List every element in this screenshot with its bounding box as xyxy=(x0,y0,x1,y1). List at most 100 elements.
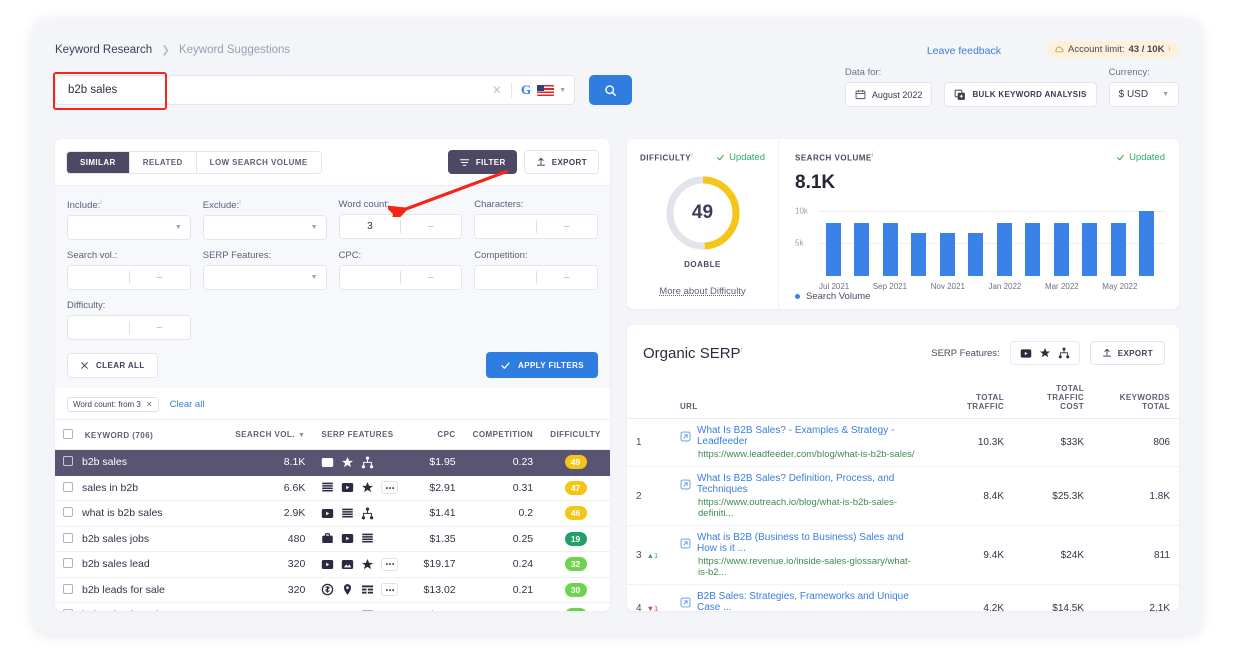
filter-exclude-select[interactable]: ▼ xyxy=(202,215,327,241)
tab-related[interactable]: RELATED xyxy=(129,151,197,173)
info-icon[interactable]: i xyxy=(691,152,693,159)
chart-bar[interactable] xyxy=(854,222,870,276)
info-icon[interactable]: i xyxy=(239,199,241,206)
table-row[interactable]: b2b sales 8.1K $1.95 0.23 49 xyxy=(55,449,610,476)
close-icon[interactable]: ✕ xyxy=(146,400,153,409)
cell-keyword[interactable]: b2b sales xyxy=(55,449,228,476)
table-row[interactable]: b2b sales lead 320 $19.17 0.24 32 xyxy=(55,551,610,578)
chart-bar[interactable] xyxy=(968,232,984,276)
row-checkbox[interactable] xyxy=(63,558,73,569)
cell-keyword[interactable]: b2b sales lead xyxy=(55,551,228,578)
breadcrumb-root[interactable]: Keyword Research xyxy=(55,44,152,56)
chart-bar[interactable] xyxy=(882,222,898,276)
info-icon[interactable]: i xyxy=(1168,46,1170,53)
chart-bar[interactable] xyxy=(1053,222,1069,276)
word-count-max-input[interactable]: – xyxy=(400,221,461,232)
column-search-volume[interactable]: SEARCH VOL. ▼ xyxy=(227,419,314,451)
column-competition[interactable]: COMPETITION xyxy=(463,419,542,451)
filter-include-select[interactable]: ▼ xyxy=(67,215,191,241)
clear-all-button[interactable]: CLEAR ALL xyxy=(67,352,158,378)
tab-low-search-volume[interactable]: LOW SEARCH VOLUME xyxy=(196,151,321,173)
serp-export-button[interactable]: EXPORT xyxy=(1089,341,1165,365)
chart-bar[interactable] xyxy=(1110,222,1126,276)
cell-url[interactable]: What Is B2B Sales? Definition, Process, … xyxy=(671,466,929,526)
cell-keyword[interactable]: sales in b2b xyxy=(55,475,228,502)
serp-features-icons[interactable] xyxy=(1009,341,1080,365)
cell-keyword[interactable]: b2b sales jobs xyxy=(55,526,228,553)
serp-result-url[interactable]: https://www.outreach.io/blog/what-is-b2b… xyxy=(698,497,920,519)
column-keyword[interactable]: KEYWORD (706) xyxy=(55,419,228,451)
cell-keywords-total[interactable]: 1.8K xyxy=(1093,466,1179,526)
cell-url[interactable]: B2B Sales: Strategies, Frameworks and Un… xyxy=(671,584,929,611)
search-input-wrapper[interactable]: b2b sales ✕ G ▼ xyxy=(53,72,575,110)
table-row[interactable]: b2b leads for sale 320 $13.02 0.21 30 xyxy=(55,577,610,604)
table-row[interactable]: 3 ▲1 What is B2B (Business to Business) S… xyxy=(627,525,1179,585)
row-checkbox[interactable] xyxy=(63,583,73,594)
chevron-down-icon[interactable]: ▼ xyxy=(559,87,566,94)
export-button[interactable]: EXPORT xyxy=(523,150,599,174)
cell-keyword[interactable]: b2b sales funnel xyxy=(55,602,228,611)
table-row[interactable]: b2b sales funnel320 $7.660.21 23 xyxy=(55,602,610,611)
info-icon[interactable]: i xyxy=(741,347,743,354)
filter-competition-range[interactable]: – xyxy=(474,265,598,291)
chart-bar[interactable] xyxy=(939,232,955,276)
row-checkbox[interactable] xyxy=(63,532,73,543)
serp-result-title[interactable]: B2B Sales: Strategies, Frameworks and Un… xyxy=(680,591,920,611)
cell-keyword[interactable]: b2b leads for sale xyxy=(55,577,228,604)
chart-bar[interactable] xyxy=(996,222,1012,276)
info-icon[interactable]: i xyxy=(872,152,874,159)
us-flag-icon[interactable] xyxy=(537,84,555,96)
search-button[interactable] xyxy=(589,75,632,105)
chart-bar[interactable] xyxy=(911,232,927,276)
column-difficulty[interactable]: DIFFICULTY xyxy=(541,419,610,451)
table-row[interactable]: 1 What Is B2B Sales? - Examples & Strate… xyxy=(627,418,1179,467)
search-input[interactable]: b2b sales xyxy=(56,84,483,96)
more-features-icon[interactable] xyxy=(381,583,399,597)
cell-keywords-total[interactable]: 2.1K xyxy=(1093,584,1179,611)
chart-bar[interactable] xyxy=(1025,222,1041,276)
table-row[interactable]: b2b sales jobs 480 $1.35 0.25 19 xyxy=(55,526,610,553)
chart-bar[interactable] xyxy=(825,222,841,276)
more-features-icon[interactable] xyxy=(381,481,399,495)
filter-cpc-range[interactable]: – xyxy=(338,265,463,291)
serp-result-url[interactable]: https://www.revenue.io/inside-sales-glos… xyxy=(698,556,920,578)
cell-url[interactable]: What is B2B (Business to Business) Sales… xyxy=(671,525,929,585)
serp-result-title[interactable]: What is B2B (Business to Business) Sales… xyxy=(680,532,920,554)
row-checkbox[interactable] xyxy=(63,456,73,467)
chart-bar[interactable] xyxy=(1139,211,1155,276)
serp-result-title[interactable]: What Is B2B Sales? - Examples & Strategy… xyxy=(680,425,920,447)
filter-chip-word-count[interactable]: Word count: from 3 ✕ xyxy=(67,397,159,413)
chips-clear-all-link[interactable]: Clear all xyxy=(170,399,205,410)
word-count-min-input[interactable]: 3 xyxy=(340,221,401,232)
filter-serp-features-select[interactable]: ▼ xyxy=(202,265,327,291)
table-row[interactable]: what is b2b sales 2.9K $1.41 0.2 46 xyxy=(55,500,610,527)
filter-search-vol-range[interactable]: – xyxy=(67,265,191,291)
tab-similar[interactable]: SIMILAR xyxy=(67,151,130,173)
cell-url[interactable]: What Is B2B Sales? - Examples & Strategy… xyxy=(671,418,929,467)
bulk-keyword-analysis-button[interactable]: BULK KEYWORD ANALYSIS xyxy=(944,82,1097,107)
info-icon[interactable]: i xyxy=(100,199,102,206)
row-checkbox[interactable] xyxy=(63,609,73,611)
column-cpc[interactable]: CPC xyxy=(406,419,464,451)
chart-bar[interactable] xyxy=(1082,222,1098,276)
row-checkbox[interactable] xyxy=(63,481,73,492)
serp-result-url[interactable]: https://www.leadfeeder.com/blog/what-is-… xyxy=(698,449,920,460)
table-row[interactable]: sales in b2b 6.6K $2.91 0.31 47 xyxy=(55,475,610,502)
apply-filters-button[interactable]: APPLY FILTERS xyxy=(486,352,598,379)
table-row[interactable]: 2 What Is B2B Sales? Definition, Process… xyxy=(627,466,1179,526)
cell-keyword[interactable]: what is b2b sales xyxy=(55,500,228,527)
data-for-button[interactable]: August 2022 xyxy=(844,82,933,107)
google-icon[interactable]: G xyxy=(512,82,537,98)
more-features-icon[interactable] xyxy=(381,557,399,571)
serp-result-title[interactable]: What Is B2B Sales? Definition, Process, … xyxy=(680,473,920,495)
filter-word-count-range[interactable]: 3 – xyxy=(338,214,463,239)
currency-select[interactable]: $ USD ▼ xyxy=(1108,82,1179,107)
more-about-difficulty-link[interactable]: More about Difficulty xyxy=(627,286,778,297)
cell-keywords-total[interactable]: 811 xyxy=(1093,525,1179,585)
table-row[interactable]: 4 ▼1 B2B Sales: Strategies, Frameworks an… xyxy=(627,584,1179,611)
select-all-checkbox[interactable] xyxy=(63,429,73,440)
filter-difficulty-range[interactable]: – xyxy=(67,315,191,341)
filter-characters-range[interactable]: – xyxy=(474,214,598,239)
clear-icon[interactable]: ✕ xyxy=(483,83,511,97)
column-serp-features[interactable]: SERP FEATURES xyxy=(313,419,407,451)
